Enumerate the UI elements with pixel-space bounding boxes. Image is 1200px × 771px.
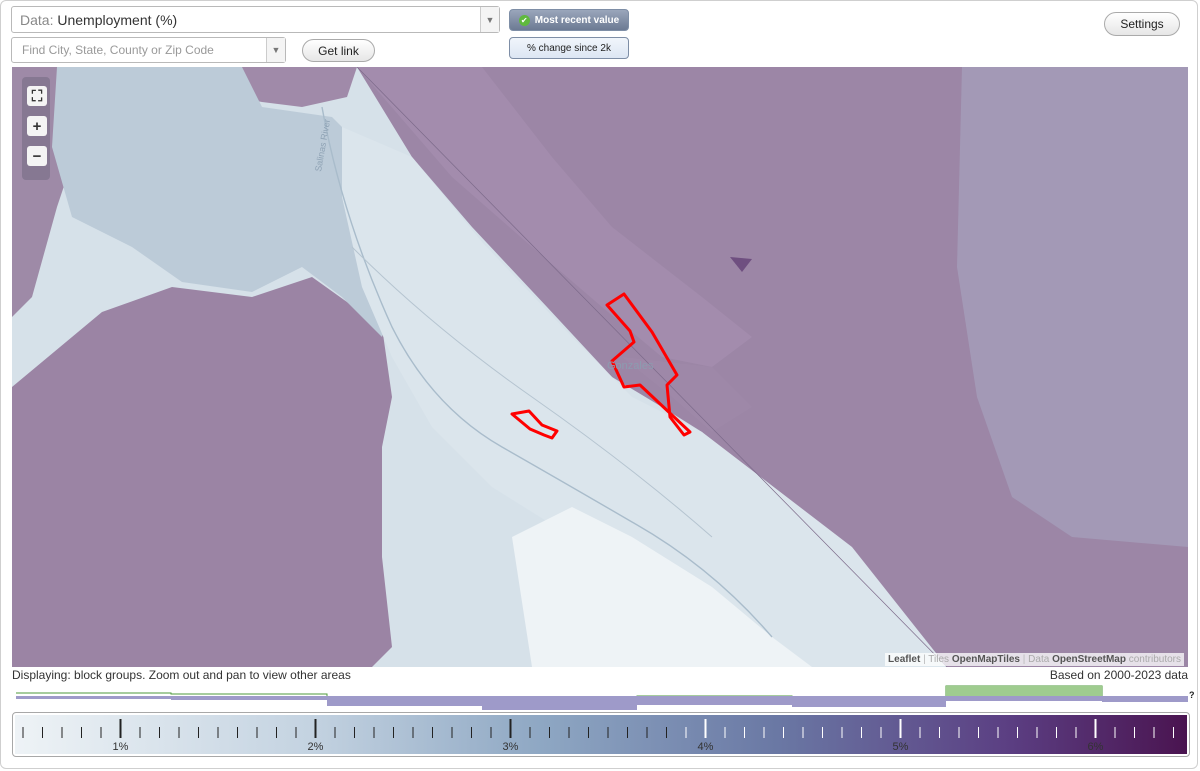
display-status-text: Displaying: block groups. Zoom out and p… xyxy=(12,668,351,682)
map-attribution: Leaflet | Tiles OpenMapTiles | Data Open… xyxy=(885,653,1184,666)
contributors-text: contributors xyxy=(1128,654,1181,665)
histogram-band xyxy=(16,696,1188,710)
zoom-controls: ⛶ + − xyxy=(22,77,50,180)
legend-gradient xyxy=(15,715,1187,754)
choropleth-map[interactable]: Gonzales Salinas River ⛶ + − Leaflet | T… xyxy=(12,67,1188,667)
location-search-input[interactable] xyxy=(20,42,264,58)
percent-change-label: % change since 2k xyxy=(527,42,611,54)
leaflet-link[interactable]: Leaflet xyxy=(888,654,920,665)
checkmark-icon: ✔ xyxy=(518,14,530,26)
chevron-down-icon[interactable]: ▼ xyxy=(480,7,499,32)
data-range-text: Based on 2000-2023 data xyxy=(1049,668,1188,682)
fit-bounds-icon[interactable]: ⛶ xyxy=(27,86,47,106)
most-recent-value-toggle[interactable]: ✔ Most recent value xyxy=(509,9,629,31)
percent-change-toggle[interactable]: % change since 2k xyxy=(509,37,629,59)
most-recent-value-label: Most recent value xyxy=(534,14,620,26)
data-select[interactable]: Data: Unemployment (%) ▼ xyxy=(11,6,500,33)
search-dropdown-chevron-icon[interactable]: ▼ xyxy=(266,38,285,62)
map-layer[interactable]: Gonzales Salinas River xyxy=(12,67,1188,667)
place-label-gonzales: Gonzales xyxy=(607,360,654,372)
distribution-histogram xyxy=(16,685,1188,710)
settings-button[interactable]: Settings xyxy=(1104,12,1180,36)
help-icon[interactable]: ? xyxy=(1189,690,1195,700)
location-search-field[interactable]: ▼ xyxy=(11,37,286,63)
color-scale-legend: 1% 2% 3% 4% 5% 6% xyxy=(12,712,1190,757)
legend-tick-label: 1% xyxy=(113,741,129,753)
legend-tick-label: 4% xyxy=(698,741,714,753)
openstreetmap-link[interactable]: OpenStreetMap xyxy=(1052,654,1126,665)
zoom-out-button[interactable]: − xyxy=(27,146,47,166)
get-link-button[interactable]: Get link xyxy=(302,39,375,62)
legend-tick-label: 5% xyxy=(893,741,909,753)
data-select-prefix: Data: xyxy=(20,12,54,28)
data-prefix: Data xyxy=(1028,654,1050,665)
legend-tick-label: 6% xyxy=(1088,741,1104,753)
legend-tick-label: 2% xyxy=(308,741,324,753)
openmaptiles-link[interactable]: OpenMapTiles xyxy=(952,654,1020,665)
zoom-in-button[interactable]: + xyxy=(27,116,47,136)
data-select-value: Unemployment (%) xyxy=(57,12,178,28)
legend-tick-label: 3% xyxy=(503,741,519,753)
tiles-prefix: Tiles xyxy=(928,654,950,665)
